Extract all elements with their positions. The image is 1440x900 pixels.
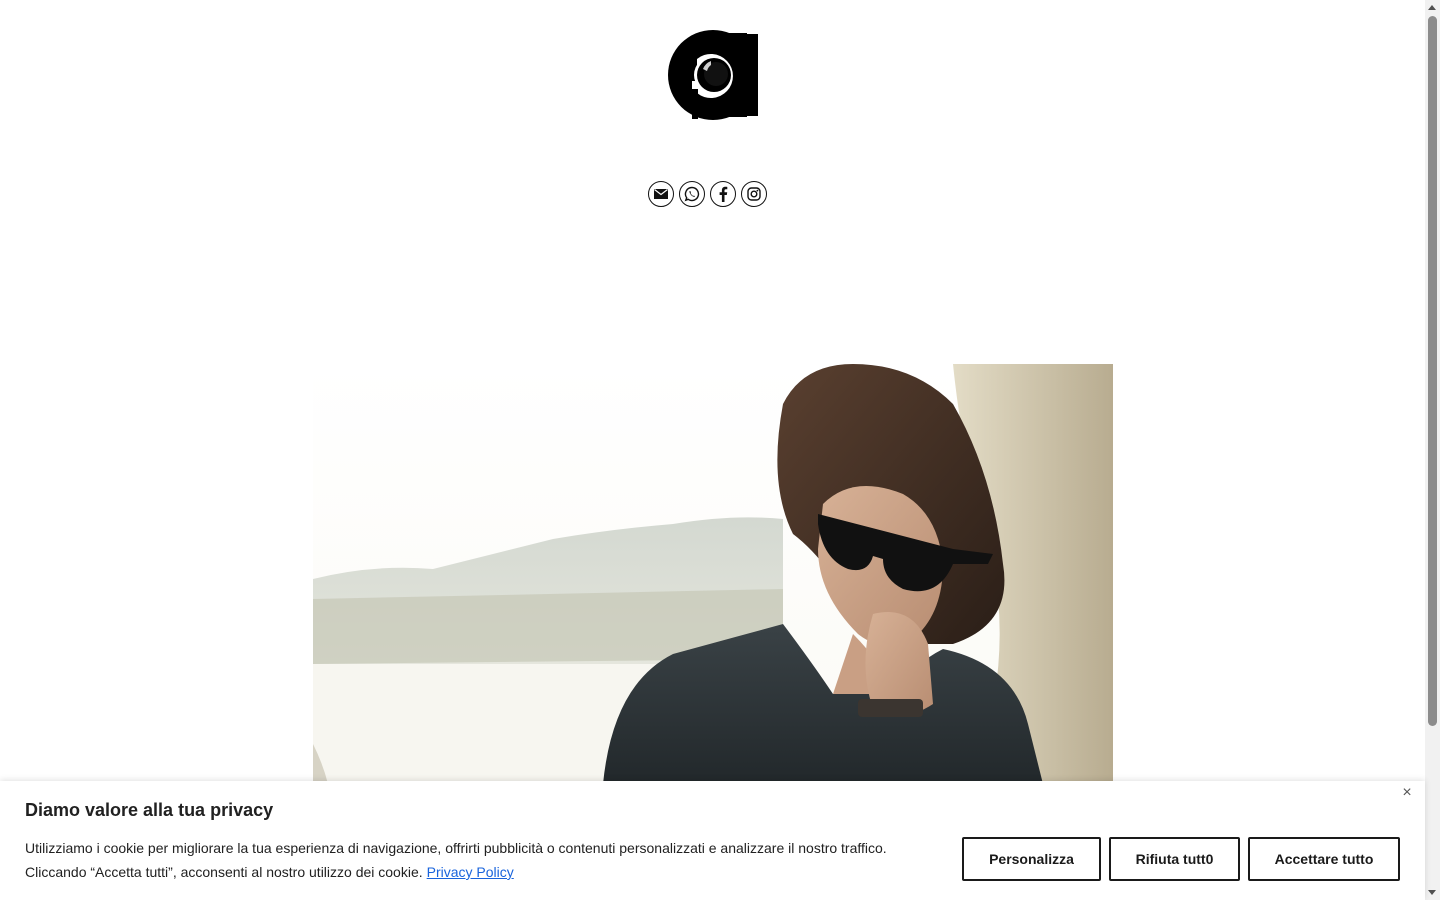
hero-photo [313, 364, 1113, 784]
cookie-consent-banner: × Diamo valore alla tua privacy Utilizzi… [0, 781, 1425, 900]
cookie-title: Diamo valore alla tua privacy [25, 800, 274, 820]
page: × Diamo valore alla tua privacy Utilizzi… [0, 0, 1440, 900]
scroll-up-arrow-icon[interactable] [1428, 5, 1436, 10]
camera-aperture-logo-icon [668, 30, 759, 121]
facebook-link[interactable] [710, 181, 736, 207]
scroll-thumb[interactable] [1428, 16, 1437, 726]
email-link[interactable] [648, 181, 674, 207]
cookie-description: Utilizziamo i cookie per migliorare la t… [25, 836, 925, 884]
instagram-link[interactable] [741, 181, 767, 207]
whatsapp-link[interactable] [679, 181, 705, 207]
instagram-icon [747, 187, 761, 201]
customize-button[interactable]: Personalizza [962, 837, 1101, 881]
close-icon[interactable]: × [1399, 785, 1415, 801]
whatsapp-icon [684, 186, 700, 202]
site-logo[interactable] [667, 29, 759, 121]
accept-all-button[interactable]: Accettare tutto [1248, 837, 1400, 881]
facebook-icon [719, 186, 728, 202]
social-links [648, 181, 767, 207]
scroll-down-arrow-icon[interactable] [1428, 890, 1436, 895]
envelope-icon [654, 189, 668, 199]
reject-all-button[interactable]: Rifiuta tutt0 [1109, 837, 1240, 881]
privacy-policy-link[interactable]: Privacy Policy [427, 864, 514, 880]
vertical-scrollbar[interactable] [1425, 0, 1440, 900]
woman-in-sunglasses-photo [313, 364, 1113, 784]
